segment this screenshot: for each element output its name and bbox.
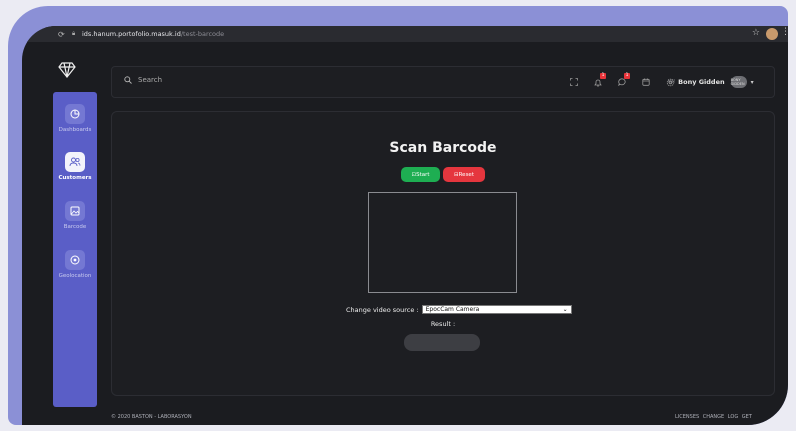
sidebar: Dashboards Customers Barcode Geolocation xyxy=(53,92,97,407)
sidebar-item-customers[interactable]: Customers xyxy=(53,152,97,181)
browser-menu-icon[interactable]: ⋮ xyxy=(781,27,788,37)
sidebar-item-label: Geolocation xyxy=(58,273,92,279)
result-output xyxy=(404,334,480,351)
profile-avatar-icon[interactable] xyxy=(766,28,778,40)
messages-chat-icon[interactable]: 1 xyxy=(610,73,634,90)
user-menu[interactable]: Hi! Bony Gidden BONY GIDDEN ▾ xyxy=(668,76,754,88)
top-header-bar: Search 1 1 Hi! Bony Gidden BONY GIDDEN ▾ xyxy=(111,66,775,98)
scan-controls: ⊡ Start ⊟ Reset xyxy=(401,167,485,182)
start-button[interactable]: ⊡ Start xyxy=(401,167,440,182)
fullscreen-icon[interactable] xyxy=(562,74,586,90)
avatar: BONY GIDDEN xyxy=(730,76,747,88)
location-pin-icon xyxy=(65,250,85,270)
chevron-down-icon: ▾ xyxy=(750,78,754,86)
sidebar-item-label: Dashboards xyxy=(58,127,92,133)
result-label: Result : xyxy=(430,320,456,328)
image-icon xyxy=(65,201,85,221)
bookmark-star-icon[interactable]: ☆ xyxy=(752,28,760,38)
video-source-label: Change video source : xyxy=(346,305,419,314)
address-bar[interactable]: ⟳ 🔒︎ ids.hanum.portofolio.masuk.id/test-… xyxy=(22,26,788,42)
user-name: Bony Gidden xyxy=(678,78,725,86)
video-source-row: Change video source : EpocCam Camera ⌄ xyxy=(346,305,572,314)
sidebar-item-dashboards[interactable]: Dashboards xyxy=(53,104,97,133)
reset-button-label: Reset xyxy=(458,171,474,178)
notifications-badge: 1 xyxy=(600,73,606,79)
reload-icon[interactable]: ⟳ xyxy=(58,30,72,39)
reset-button[interactable]: ⊟ Reset xyxy=(443,167,485,182)
footer-copyright: © 2020 BASTON - LABORASYON xyxy=(111,414,192,420)
chevron-down-icon: ⌄ xyxy=(562,306,568,313)
video-preview xyxy=(368,192,517,293)
footer-links[interactable]: LICENSES CHANGE LOG GET xyxy=(675,414,752,420)
search-box[interactable]: Search xyxy=(124,76,162,84)
browser-window: ⟳ 🔒︎ ids.hanum.portofolio.masuk.id/test-… xyxy=(22,26,788,425)
logo-diamond-icon[interactable] xyxy=(58,62,76,82)
messages-badge: 1 xyxy=(624,73,630,79)
sidebar-item-label: Customers xyxy=(58,175,92,181)
sidebar-item-label: Barcode xyxy=(63,224,87,230)
start-button-label: Start xyxy=(416,171,430,178)
decorative-frame: ⟳ 🔒︎ ids.hanum.portofolio.masuk.id/test-… xyxy=(8,6,788,425)
scan-panel: Scan Barcode ⊡ Start ⊟ Reset Change video … xyxy=(111,111,775,396)
search-icon xyxy=(124,76,132,84)
search-placeholder: Search xyxy=(138,76,163,84)
calendar-icon[interactable] xyxy=(634,74,658,90)
url-path: /test-barcode xyxy=(180,30,225,38)
sidebar-item-barcode[interactable]: Barcode xyxy=(53,201,97,230)
user-greeting: Hi! xyxy=(668,79,676,85)
video-source-select[interactable]: EpocCam Camera ⌄ xyxy=(421,305,572,314)
users-icon xyxy=(65,152,85,172)
sidebar-item-geolocation[interactable]: Geolocation xyxy=(53,250,97,279)
lock-icon: 🔒︎ xyxy=(72,30,76,37)
url-domain: ids.hanum.portofolio.masuk.id xyxy=(82,30,181,38)
header-icon-group: 1 1 xyxy=(562,73,682,90)
notifications-bell-icon[interactable]: 1 xyxy=(586,73,610,90)
pie-chart-icon xyxy=(65,104,85,124)
page-title: Scan Barcode xyxy=(389,140,497,156)
video-source-value: EpocCam Camera xyxy=(425,306,480,313)
